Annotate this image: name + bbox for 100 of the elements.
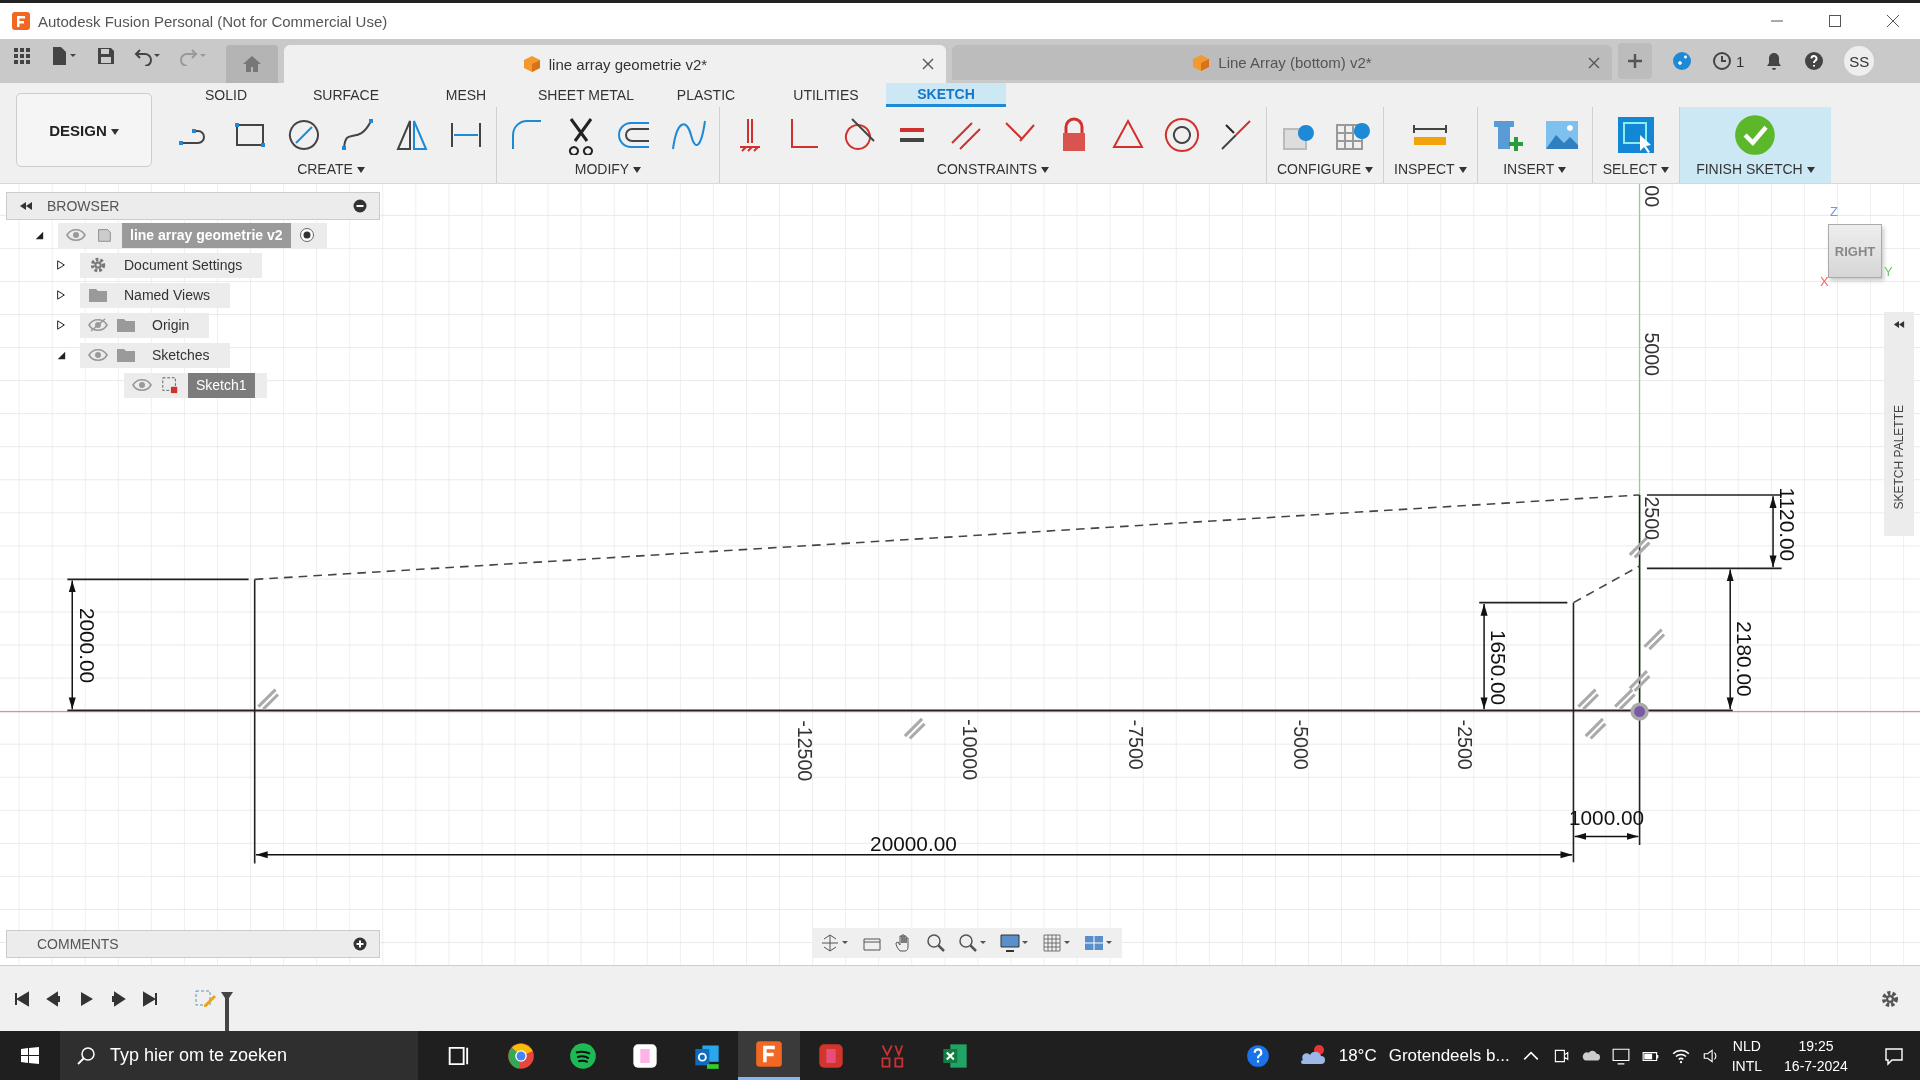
browser-item[interactable]: Origin: [80, 312, 210, 338]
axis-label: -2500: [1454, 719, 1477, 770]
monitor-icon[interactable]: [1611, 1046, 1630, 1065]
clock-date[interactable]: 16-7-2024: [1784, 1055, 1848, 1076]
zoom-window-icon[interactable]: [958, 933, 988, 953]
grid-icon[interactable]: [1042, 933, 1072, 953]
tool-group-dropdown[interactable]: FINISH SKETCH: [1696, 161, 1815, 177]
ribbon-tab[interactable]: SKETCH: [886, 83, 1006, 107]
search-field[interactable]: Typ hier om te zoeken: [60, 1031, 418, 1080]
add-icon[interactable]: [353, 937, 367, 951]
zoom-icon[interactable]: [926, 933, 946, 953]
browser-item[interactable]: Sketches: [80, 342, 230, 368]
new-tab-button[interactable]: [1618, 43, 1652, 79]
viewports-icon[interactable]: [1084, 933, 1114, 953]
clock-icon[interactable]: [1712, 51, 1732, 71]
caret-icon: [1806, 167, 1815, 174]
tool-group-dropdown[interactable]: MODIFY: [574, 161, 642, 177]
ribbon-tab[interactable]: UTILITIES: [766, 83, 886, 107]
document-tab-label: line array geometrie v2*: [548, 55, 708, 73]
browser-item[interactable]: Sketch1: [124, 372, 267, 398]
ribbon-tab[interactable]: PLASTIC: [646, 83, 766, 107]
grid-menu-icon[interactable]: [12, 46, 32, 66]
tool-group-dropdown[interactable]: INSPECT: [1394, 161, 1467, 177]
axis-letter: X: [1820, 274, 1829, 289]
caret-icon: [1558, 167, 1567, 174]
keyboard-layout[interactable]: INTL: [1731, 1055, 1762, 1076]
dimension-value[interactable]: 1120.00: [1775, 487, 1799, 562]
close-icon[interactable]: [922, 58, 934, 70]
close-icon[interactable]: [1886, 14, 1900, 28]
constraint-icon[interactable]: [1576, 688, 1600, 711]
constraint-icon[interactable]: [256, 688, 280, 711]
windows-start-icon[interactable]: [20, 1045, 40, 1066]
cube-icon: [522, 55, 541, 73]
dimension-value[interactable]: 20000.00: [870, 831, 957, 855]
folder-icon: [116, 346, 136, 364]
folder-icon: [88, 286, 108, 304]
origin-point[interactable]: [1630, 702, 1649, 721]
expander-icon[interactable]: [56, 260, 66, 270]
user-avatar[interactable]: SS: [1844, 46, 1875, 76]
expand-icon[interactable]: [1893, 320, 1905, 329]
gear-icon: [88, 256, 108, 274]
constraint-icon[interactable]: [1628, 669, 1651, 693]
workspace-dropdown[interactable]: DESIGN: [16, 93, 152, 167]
ribbon-tab[interactable]: SHEET METAL: [526, 83, 646, 107]
caret-icon: [1041, 167, 1050, 174]
display-icon[interactable]: [1000, 933, 1030, 953]
tool-group-dropdown[interactable]: INSERT: [1503, 161, 1567, 177]
ribbon-tab[interactable]: SURFACE: [286, 83, 406, 107]
extensions-icon[interactable]: [1672, 51, 1692, 71]
dimension-value[interactable]: 2000.00: [76, 607, 100, 684]
axis-label: -10000: [959, 719, 982, 781]
constraint-icon[interactable]: [1613, 688, 1637, 711]
expander-icon[interactable]: [56, 350, 66, 360]
document-tab[interactable]: line array geometrie v2*: [284, 45, 946, 83]
language-code[interactable]: NLD: [1732, 1035, 1761, 1056]
file-icon[interactable]: [50, 46, 78, 66]
browser-title: BROWSER: [47, 198, 120, 214]
select-icon[interactable]: [1615, 115, 1656, 155]
close-icon[interactable]: [1588, 56, 1600, 69]
radio-icon[interactable]: [298, 227, 315, 243]
help-icon[interactable]: [1804, 51, 1825, 71]
clock-time[interactable]: 19:25: [1798, 1035, 1834, 1056]
undo-icon[interactable]: [134, 46, 162, 66]
check-icon[interactable]: [1733, 113, 1778, 157]
next-icon[interactable]: [110, 990, 126, 1007]
settings-icon[interactable]: [1880, 988, 1900, 1009]
collapse-icon[interactable]: [19, 201, 33, 211]
dimension-value[interactable]: 1650.00: [1486, 629, 1510, 706]
concentric-icon[interactable]: [1162, 115, 1202, 155]
orbit-icon[interactable]: [820, 933, 850, 953]
timeline-marker[interactable]: [220, 991, 234, 1031]
minus-icon[interactable]: [353, 199, 367, 213]
caret-icon: [633, 167, 642, 174]
tool-group-dropdown[interactable]: SELECT: [1602, 161, 1670, 177]
expander-icon[interactable]: [34, 230, 44, 240]
dimension-value[interactable]: 2180.00: [1732, 621, 1756, 697]
tool-group-dropdown[interactable]: CONFIGURE: [1277, 161, 1373, 177]
last-frame-icon[interactable]: [142, 990, 158, 1007]
previous-icon[interactable]: [46, 990, 62, 1007]
document-tab[interactable]: Line Array (bottom) v2*: [952, 45, 1612, 80]
notifications-icon[interactable]: [1884, 1045, 1904, 1066]
browser-item[interactable]: Document Settings: [80, 252, 263, 278]
help-icon[interactable]: [1244, 1042, 1271, 1069]
spreadsheet-app-icon: [941, 1041, 969, 1070]
save-icon[interactable]: [96, 46, 116, 66]
play-icon[interactable]: [78, 990, 94, 1007]
first-frame-icon[interactable]: [14, 990, 30, 1007]
maximize-icon[interactable]: [1828, 14, 1842, 28]
ribbon-tab[interactable]: MESH: [406, 83, 526, 107]
tool-group-dropdown[interactable]: CONSTRAINTS: [936, 161, 1050, 177]
sketch-palette-panel[interactable]: SKETCH PALETTE: [1884, 312, 1914, 536]
expander-icon[interactable]: [56, 290, 66, 300]
taskbar-app[interactable]: [738, 1031, 800, 1080]
browser-item[interactable]: Named Views: [80, 282, 231, 308]
job-count: 1: [1736, 52, 1745, 70]
tool-group-dropdown[interactable]: CREATE: [297, 161, 365, 177]
window-title: Autodesk Fusion Personal (Not for Commercial Use): [38, 12, 388, 30]
ribbon-tab[interactable]: SOLID: [166, 83, 286, 107]
expander-icon[interactable]: [56, 320, 66, 330]
cube-icon: [1192, 53, 1211, 72]
